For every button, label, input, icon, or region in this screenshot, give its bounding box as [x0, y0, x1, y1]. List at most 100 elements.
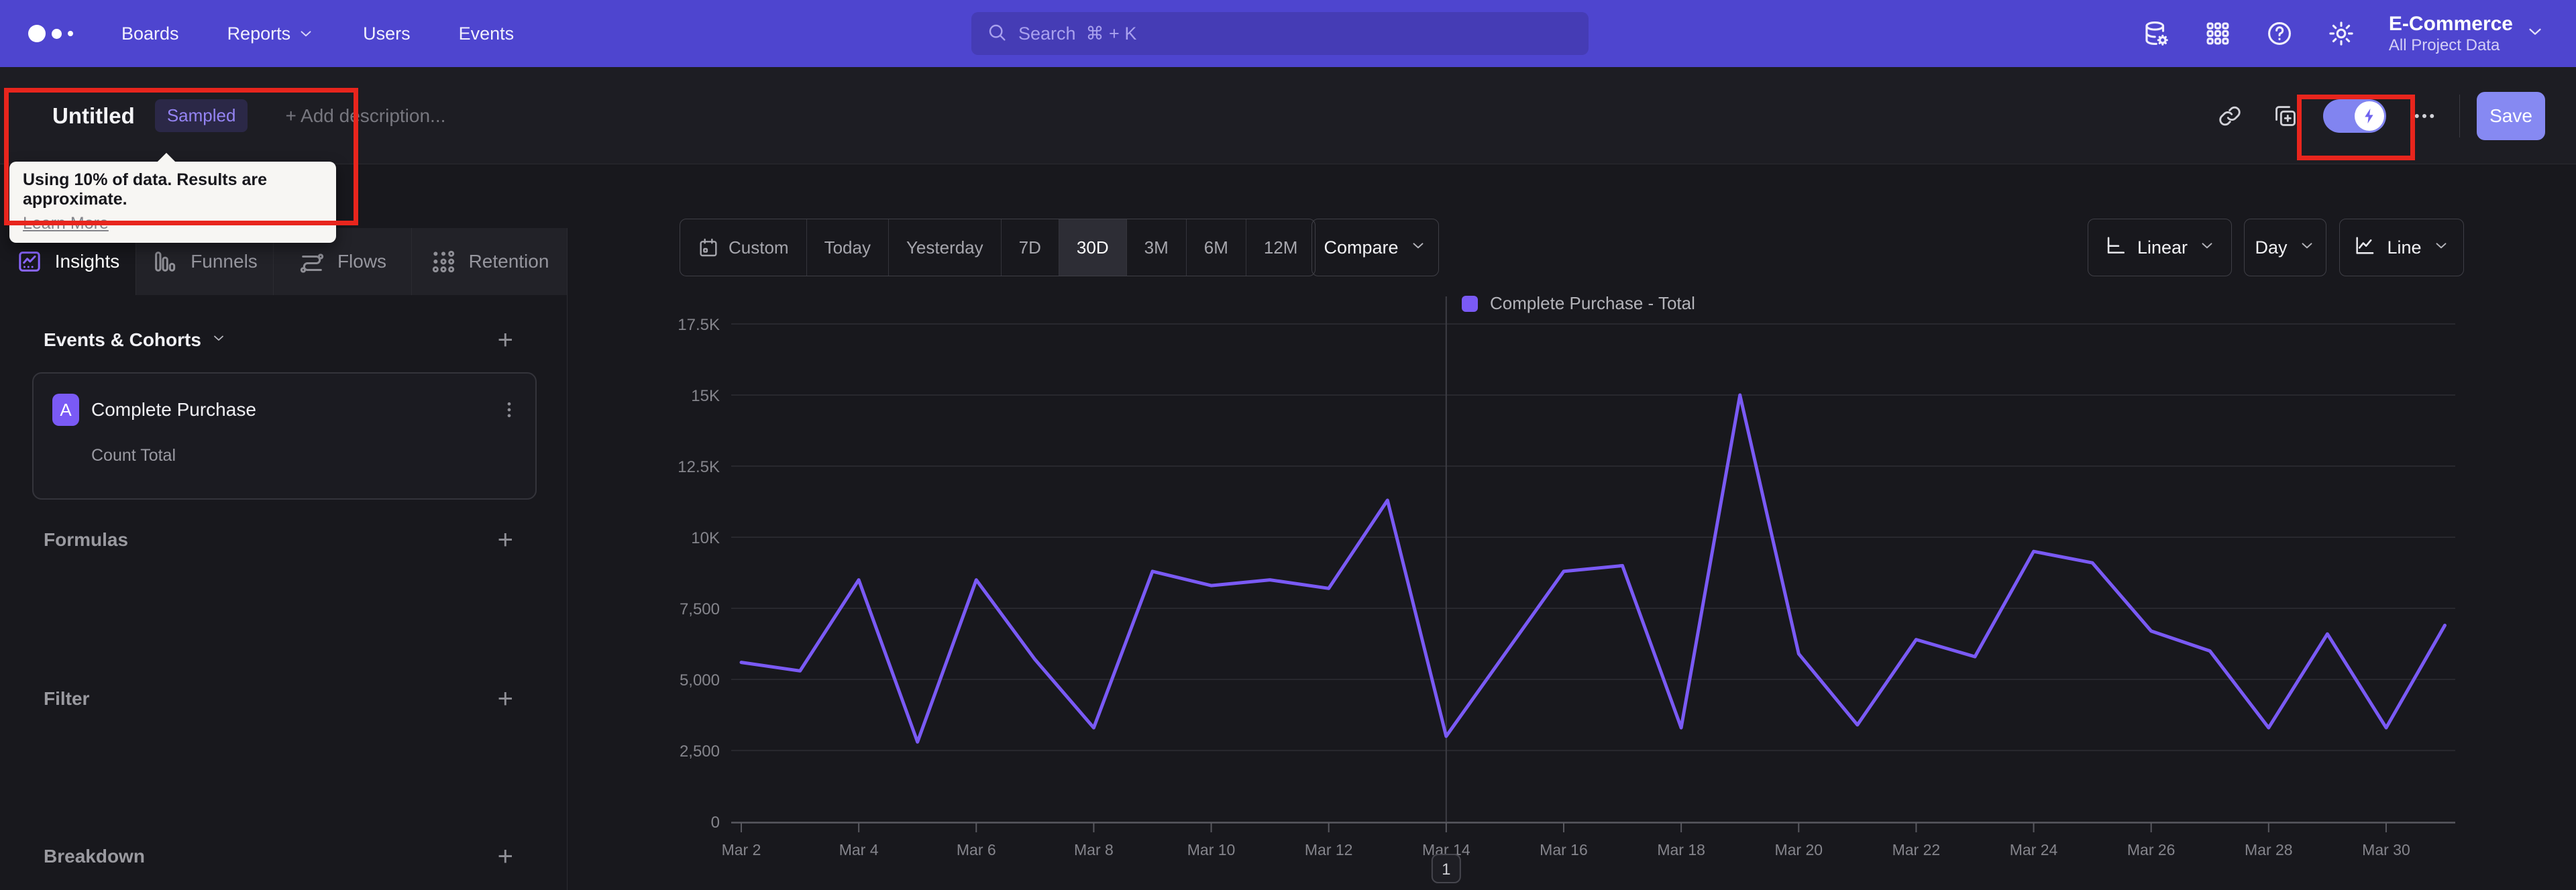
help-icon: [2267, 22, 2291, 45]
event-card[interactable]: A Complete Purchase Count Total: [32, 372, 537, 500]
compare-button[interactable]: Compare: [1311, 219, 1439, 276]
copy-link-icon[interactable]: [2217, 103, 2243, 129]
settings-gear-icon: [2329, 21, 2353, 46]
range-30d[interactable]: 30D: [1059, 219, 1127, 276]
line-chart-icon: [2353, 234, 2376, 262]
sampling-tooltip: Using 10% of data. Results are approxima…: [9, 152, 336, 243]
help-icon[interactable]: [2265, 19, 2294, 48]
event-options-icon[interactable]: [499, 400, 519, 420]
search-bar[interactable]: [971, 12, 1589, 55]
events-cohorts-header-row: Events & Cohorts +: [44, 327, 513, 353]
section-label: Filter: [44, 688, 90, 709]
nav-item-boards[interactable]: Boards: [121, 23, 179, 44]
scale-dropdown[interactable]: Linear: [2088, 219, 2232, 276]
learn-more-link[interactable]: Learn More: [23, 214, 109, 233]
tooltip-text: Using 10% of data. Results are approxima…: [23, 170, 268, 209]
add-breakdown-button[interactable]: +: [498, 843, 513, 870]
add-filter-button[interactable]: +: [498, 685, 513, 712]
chevron-down-icon: [2198, 237, 2216, 259]
interval-dropdown[interactable]: Day: [2244, 219, 2326, 276]
apps-grid-icon[interactable]: [2204, 19, 2232, 48]
linear-axis-icon: [2107, 236, 2125, 254]
events-cohorts-header[interactable]: Events & Cohorts: [44, 329, 227, 351]
lightning-bolt-icon: [2365, 108, 2373, 123]
more-options-icon[interactable]: [2412, 104, 2436, 128]
kebab-menu-icon: [507, 402, 511, 418]
project-selector[interactable]: E-Commerce All Project Data: [2389, 12, 2545, 56]
x-tick-label: Mar 30: [2362, 841, 2410, 858]
project-name: E-Commerce: [2388, 12, 2513, 35]
event-name[interactable]: Complete Purchase: [91, 399, 499, 421]
x-tick-label: Mar 24: [2010, 841, 2058, 858]
add-formulas-button[interactable]: +: [498, 526, 513, 553]
range-12m[interactable]: 12M: [1246, 219, 1316, 276]
search-icon: [986, 21, 1008, 46]
y-tick-label: 17.5K: [678, 316, 720, 334]
range-yesterday[interactable]: Yesterday: [889, 219, 1002, 276]
funnels-icon: [155, 252, 176, 272]
report-title[interactable]: Untitled: [52, 103, 135, 129]
range-6m[interactable]: 6M: [1187, 219, 1246, 276]
mixpanel-logo-icon[interactable]: [28, 25, 73, 42]
scale-label: Linear: [2137, 237, 2188, 258]
chevron-down-icon: [211, 329, 227, 351]
sampled-badge[interactable]: Sampled: [154, 99, 248, 132]
chart-type-dropdown[interactable]: Line: [2339, 219, 2464, 276]
y-tick-label: 15K: [691, 387, 720, 405]
range-3m[interactable]: 3M: [1127, 219, 1187, 276]
range-custom[interactable]: Custom: [680, 219, 807, 276]
y-tick-label: 7,500: [680, 600, 720, 618]
data-pipeline-icon[interactable]: [2142, 19, 2170, 48]
range-7d[interactable]: 7D: [1002, 219, 1059, 276]
series-line[interactable]: [739, 393, 2447, 744]
save-button[interactable]: Save: [2477, 91, 2545, 140]
annotation-badge-label: 1: [1442, 860, 1450, 879]
event-metric[interactable]: Count Total: [91, 446, 176, 465]
calendar-icon: [700, 238, 717, 257]
line-chart[interactable]: 0 2,500 5,000 7,500 10K 12.5K 15K 17.5K Mar 2 Mar…: [567, 288, 2576, 890]
x-tick-label: Mar 6: [957, 841, 996, 858]
chevron-down-icon: [2436, 242, 2446, 248]
report-header: Untitled Sampled + Add description... Sa…: [0, 67, 2576, 164]
nav-item-reports[interactable]: Reports: [227, 23, 315, 44]
add-description[interactable]: + Add description...: [285, 105, 445, 127]
tab-label: Funnels: [191, 251, 258, 272]
range-label: 30D: [1076, 237, 1109, 258]
nav-item-events[interactable]: Events: [459, 23, 515, 44]
section-label: Formulas: [44, 529, 129, 550]
range-today[interactable]: Today: [807, 219, 889, 276]
y-tick-label: 10K: [691, 529, 720, 547]
nav-item-users[interactable]: Users: [363, 23, 411, 44]
linear-axis-icon: [2104, 234, 2127, 262]
add-event-button[interactable]: +: [498, 327, 513, 353]
events-cohorts-label: Events & Cohorts: [44, 329, 201, 350]
apps-grid-icon: [2206, 22, 2229, 45]
mixpanel-insights-page: Boards Reports Users Events E-Commerce All …: [0, 0, 2576, 890]
x-tick-label: Mar 22: [1892, 841, 1941, 858]
event-letter-badge: A: [52, 394, 79, 426]
sidebar-section-breakdown: Breakdown +: [44, 843, 513, 870]
x-tick-label: Mar 16: [1540, 841, 1588, 858]
y-tick-label: 2,500: [680, 742, 720, 761]
nav-item-label: Reports: [227, 23, 291, 44]
data-pipeline-icon: [2145, 21, 2168, 46]
x-tick-label: Mar 12: [1305, 841, 1353, 858]
y-tick-label: 5,000: [680, 671, 720, 689]
chevron-down-icon: [1409, 237, 1427, 259]
add-to-board-icon[interactable]: [2273, 103, 2298, 129]
chart-type-label: Line: [2387, 237, 2422, 258]
lightning-bolt-icon: [2355, 101, 2384, 131]
line-chart-icon: [2356, 236, 2374, 254]
add-to-board-icon: [2275, 105, 2296, 126]
x-tick-label: Mar 26: [2127, 841, 2176, 858]
search-input[interactable]: [1018, 23, 1574, 44]
insights-icon: [19, 252, 40, 272]
sampling-toggle[interactable]: [2323, 99, 2386, 133]
header-divider: [2459, 94, 2460, 137]
tab-retention[interactable]: Retention: [412, 228, 568, 295]
settings-gear-icon[interactable]: [2327, 19, 2355, 48]
interval-label: Day: [2255, 237, 2288, 258]
main-nav: Boards Reports Users Events: [121, 23, 514, 44]
nav-right-cluster: E-Commerce All Project Data: [2142, 0, 2545, 67]
x-tick-label: Mar 18: [1657, 841, 1705, 858]
